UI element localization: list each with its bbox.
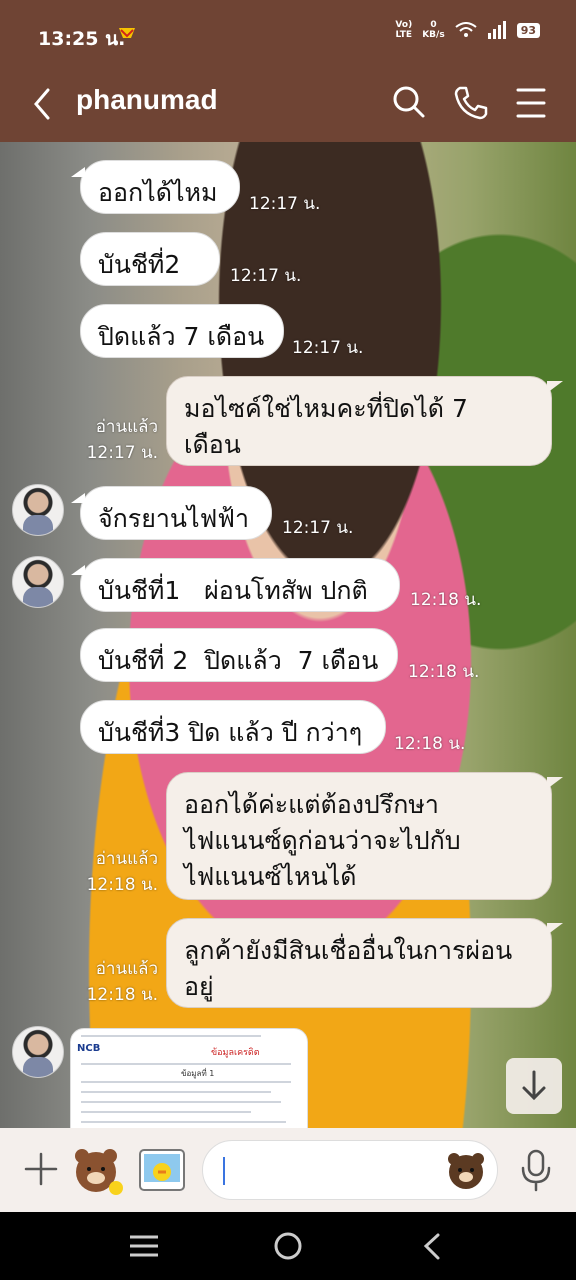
read-receipt: อ่านแล้ว bbox=[95, 417, 158, 437]
message-bubble-outgoing[interactable]: ออกได้ค่ะแต่ต้องปรึกษา ไฟแนนซ์ดูก่อนว่าจ… bbox=[166, 772, 563, 900]
message-meta: อ่านแล้ว 12:18 น. bbox=[80, 846, 158, 898]
message-bubble-outgoing[interactable]: ลูกค้ายังมีสินเชื่ออื่นในการผ่อน อยู่ bbox=[166, 918, 563, 1008]
status-bar: 13:25 น. Vo) LTE 0 KB/s 93 bbox=[0, 0, 576, 68]
input-bar bbox=[0, 1128, 576, 1212]
message-time: 12:17 น. bbox=[282, 518, 354, 538]
message-bubble-outgoing[interactable]: มอไซค์ใช่ไหมคะที่ปิดได้ 7 เดือน bbox=[166, 376, 563, 466]
message-bubble[interactable]: จักรยานไฟฟ้า bbox=[71, 486, 272, 540]
search-icon[interactable] bbox=[388, 82, 430, 124]
battery-level: 93 bbox=[516, 22, 540, 38]
message-bubble[interactable]: บันชีที่ 2 ปิดแล้ว 7 เดือน bbox=[80, 628, 398, 682]
avatar[interactable] bbox=[12, 556, 64, 608]
mic-icon[interactable] bbox=[518, 1148, 554, 1192]
message-meta: อ่านแล้ว 12:17 น. bbox=[80, 414, 158, 466]
wifi-icon bbox=[455, 22, 477, 37]
emoji-icon[interactable] bbox=[445, 1149, 487, 1191]
message-time: 12:18 น. bbox=[394, 734, 466, 754]
message-time: 12:18 น. bbox=[86, 985, 158, 1005]
phone-icon[interactable] bbox=[450, 82, 492, 124]
status-time: 13:25 น. bbox=[38, 28, 126, 50]
chat-header: phanumad bbox=[0, 68, 576, 142]
avatar[interactable] bbox=[12, 1026, 64, 1078]
recent-apps-icon[interactable] bbox=[128, 1232, 160, 1260]
message-bubble[interactable]: บันชีที่1 ผ่อนโทสัพ ปกติ bbox=[71, 558, 400, 612]
chat-area[interactable]: ออกได้ไหม 12:17 น. บันชีที่2 12:17 น. ปิ… bbox=[0, 142, 576, 1128]
scroll-down-icon bbox=[522, 1070, 546, 1101]
document-title: ข้อมูลเครดิต bbox=[211, 1048, 260, 1058]
message-bubble[interactable]: ออกได้ไหม bbox=[71, 160, 240, 214]
message-time: 12:18 น. bbox=[410, 590, 482, 610]
status-icons: Vo) LTE 0 KB/s 93 bbox=[395, 20, 540, 40]
message-bubble[interactable]: บันชีที่3 ปิด แล้ว ปี กว่าๆ bbox=[80, 700, 386, 754]
back-arrow-icon[interactable] bbox=[30, 86, 54, 122]
sticker-icon[interactable] bbox=[70, 1142, 126, 1198]
message-time: 12:18 น. bbox=[86, 875, 158, 895]
menu-icon[interactable] bbox=[510, 82, 552, 124]
message-time: 12:17 น. bbox=[230, 266, 302, 286]
message-meta: อ่านแล้ว 12:18 น. bbox=[80, 956, 158, 1008]
message-input[interactable] bbox=[202, 1140, 498, 1200]
nav-back-icon[interactable] bbox=[420, 1232, 444, 1262]
message-time: 12:17 น. bbox=[86, 443, 158, 463]
volte-indicator: Vo) LTE bbox=[395, 20, 413, 40]
document-attachment[interactable]: NCB ข้อมูลเครดิต ข้อมูลที่ 1 bbox=[70, 1028, 308, 1128]
home-icon[interactable] bbox=[272, 1232, 304, 1264]
message-time: 12:18 น. bbox=[408, 662, 480, 682]
notification-icon bbox=[119, 28, 135, 38]
plus-icon[interactable] bbox=[24, 1152, 58, 1186]
network-speed: 0 KB/s bbox=[422, 20, 445, 40]
chat-title[interactable]: phanumad bbox=[76, 84, 218, 116]
message-time: 12:17 น. bbox=[249, 194, 321, 214]
message-bubble[interactable]: บันชีที่2 bbox=[80, 232, 220, 286]
gallery-sticker-icon[interactable] bbox=[134, 1142, 190, 1198]
scroll-down-button[interactable] bbox=[506, 1058, 562, 1114]
signal-icon bbox=[487, 21, 506, 39]
navigation-bar bbox=[0, 1212, 576, 1280]
avatar[interactable] bbox=[12, 484, 64, 536]
read-receipt: อ่านแล้ว bbox=[95, 959, 158, 979]
message-time: 12:17 น. bbox=[292, 338, 364, 358]
ncb-logo: NCB bbox=[77, 1043, 101, 1054]
text-cursor bbox=[223, 1157, 225, 1185]
document-section: ข้อมูลที่ 1 bbox=[181, 1069, 215, 1078]
read-receipt: อ่านแล้ว bbox=[95, 849, 158, 869]
message-bubble[interactable]: ปิดแล้ว 7 เดือน bbox=[80, 304, 284, 358]
